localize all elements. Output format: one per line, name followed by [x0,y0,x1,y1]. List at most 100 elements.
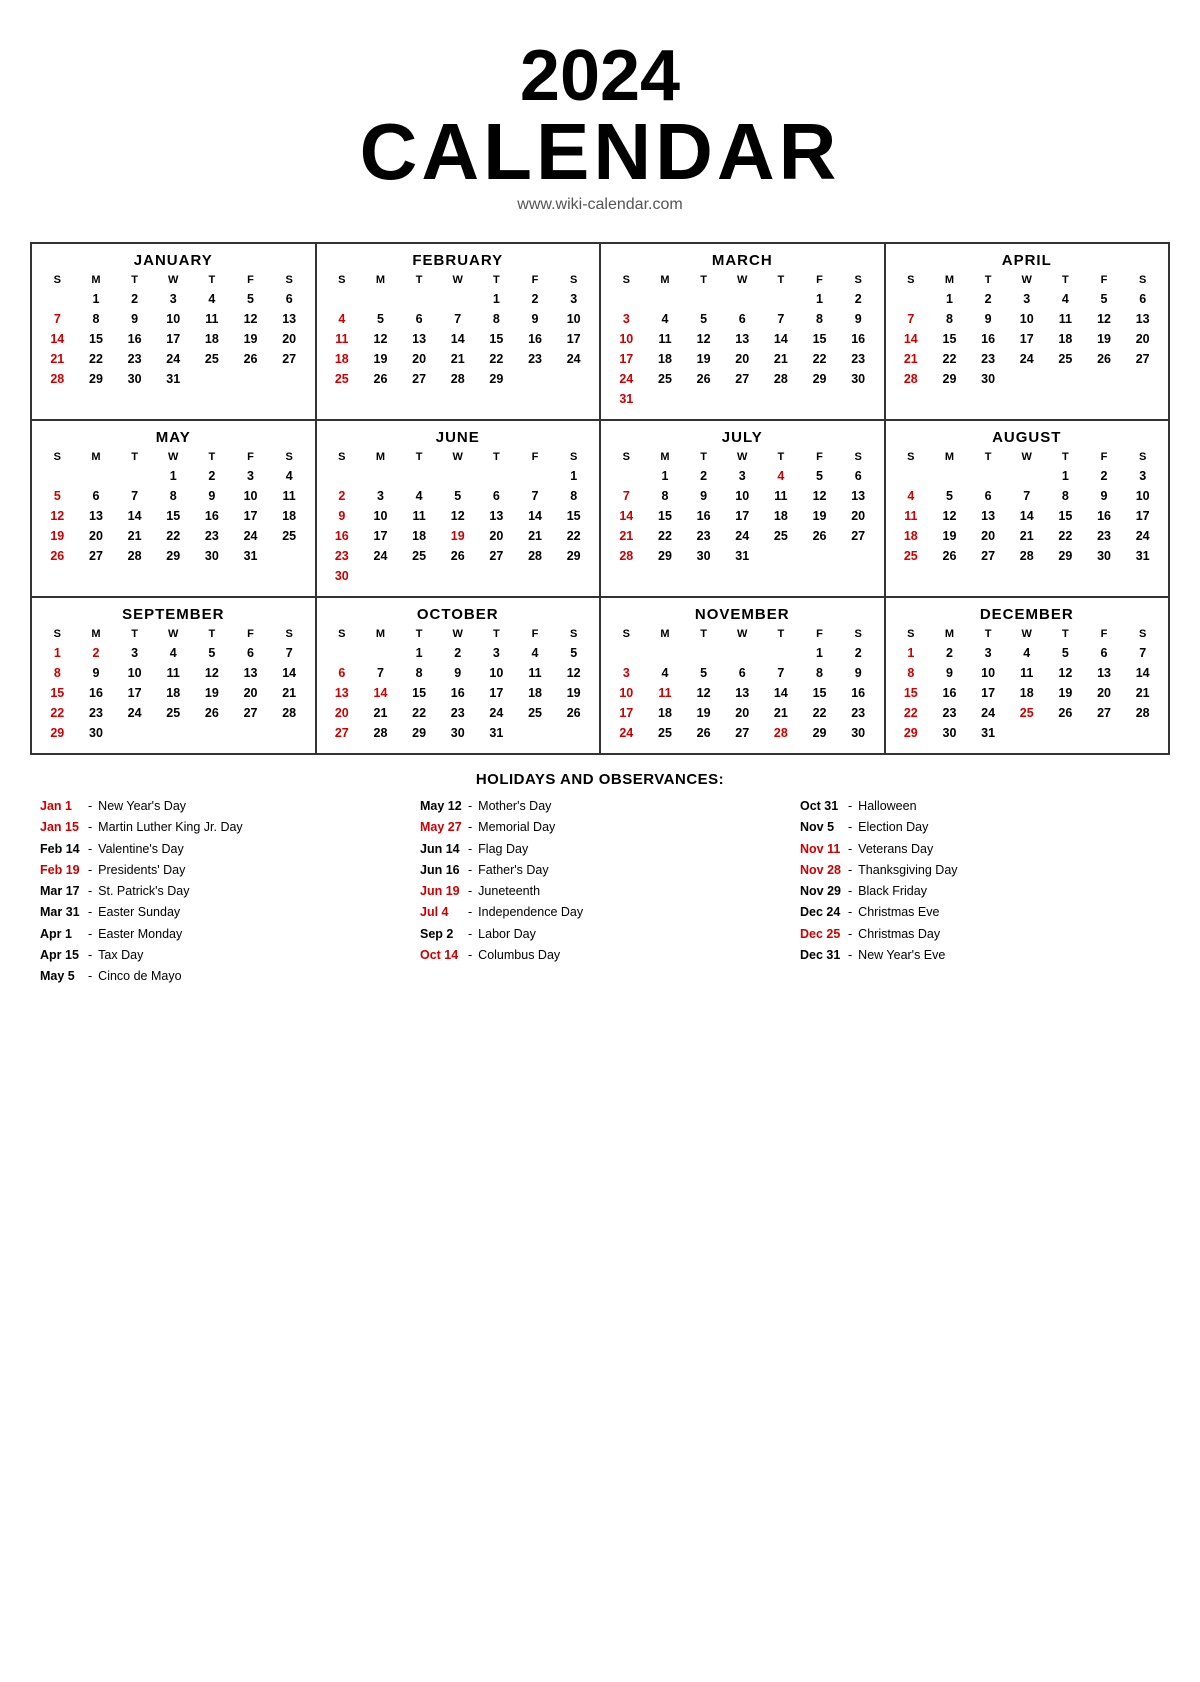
holiday-name: Cinco de Mayo [98,966,181,987]
day-cell: 19 [554,683,593,703]
day-cell: 20 [270,329,309,349]
month-name: OCTOBER [323,606,594,623]
day-cell: 31 [1123,546,1162,566]
day-header: S [892,627,931,641]
day-cell: 16 [930,683,969,703]
day-cell: 5 [231,289,270,309]
day-cell: 2 [684,466,723,486]
day-header: F [1085,273,1124,287]
month-name: JUNE [323,429,594,446]
day-cell: 4 [646,663,685,683]
holiday-name: New Year's Day [98,796,186,817]
day-cell: 22 [892,703,931,723]
holiday-entry: Jan 15 - Martin Luther King Jr. Day [40,817,400,838]
day-header: T [1046,273,1085,287]
day-cell: 22 [554,526,593,546]
month-block-september: SEPTEMBERSMTWTFS123456789101112131415161… [32,598,317,755]
day-cell: 18 [154,683,193,703]
holiday-name: Father's Day [478,860,548,881]
holiday-dash: - [468,817,472,838]
empty-cell [607,289,646,309]
day-cell: 3 [723,466,762,486]
day-cell: 5 [1046,643,1085,663]
holiday-name: Veterans Day [858,839,933,860]
month-name: APRIL [892,252,1163,269]
day-header: S [270,450,309,464]
day-cell: 29 [800,723,839,743]
month-name: JANUARY [38,252,309,269]
day-cell: 5 [684,309,723,329]
day-cell: 16 [1085,506,1124,526]
day-cell: 5 [554,643,593,663]
day-cell: 21 [762,349,801,369]
empty-cell [892,289,931,309]
day-cell: 8 [38,663,77,683]
day-cell: 8 [800,309,839,329]
day-cell: 22 [477,349,516,369]
empty-cell [38,289,77,309]
day-cell: 26 [684,723,723,743]
day-cell: 26 [554,703,593,723]
day-cell: 10 [115,663,154,683]
day-cell: 15 [800,329,839,349]
day-cell: 4 [193,289,232,309]
day-cell: 24 [361,546,400,566]
day-cell: 7 [361,663,400,683]
holiday-entry: Mar 31 - Easter Sunday [40,902,400,923]
day-cell: 2 [516,289,555,309]
day-cell: 14 [1123,663,1162,683]
day-cell: 19 [684,349,723,369]
day-cell: 16 [115,329,154,349]
day-cell: 26 [193,703,232,723]
day-cell: 13 [839,486,878,506]
empty-cell [684,643,723,663]
day-cell: 17 [477,683,516,703]
day-header: M [361,273,400,287]
day-cell: 17 [554,329,593,349]
day-cell: 6 [323,663,362,683]
day-cell: 6 [1085,643,1124,663]
day-cell: 19 [193,683,232,703]
day-cell: 25 [154,703,193,723]
day-header: M [930,273,969,287]
holiday-date: Mar 31 [40,902,82,923]
month-block-july: JULYSMTWTFS12345678910111213141516171819… [601,421,886,598]
day-cell: 25 [1007,703,1046,723]
day-cell: 22 [1046,526,1085,546]
day-cell: 23 [839,703,878,723]
holiday-date: May 27 [420,817,462,838]
day-cell: 23 [684,526,723,546]
day-cell: 22 [800,349,839,369]
day-header: S [323,273,362,287]
day-cell: 28 [270,703,309,723]
holiday-entry: Nov 29 - Black Friday [800,881,1160,902]
day-cell: 9 [839,663,878,683]
day-cell: 11 [1007,663,1046,683]
holiday-dash: - [468,945,472,966]
day-cell: 9 [193,486,232,506]
day-cell: 18 [323,349,362,369]
day-header: W [438,627,477,641]
empty-cell [400,466,439,486]
holiday-dash: - [848,817,852,838]
empty-cell [115,466,154,486]
day-header: M [361,450,400,464]
holiday-date: Mar 17 [40,881,82,902]
day-cell: 6 [723,309,762,329]
holiday-dash: - [468,796,472,817]
day-cell: 13 [969,506,1008,526]
day-cell: 28 [438,369,477,389]
day-cell: 10 [231,486,270,506]
month-name: SEPTEMBER [38,606,309,623]
empty-cell [723,289,762,309]
days-grid: 1234567891011121314151617181920212223242… [607,289,878,409]
holiday-entry: Nov 11 - Veterans Day [800,839,1160,860]
day-headers-row: SMTWTFS [892,273,1163,287]
day-cell: 13 [231,663,270,683]
day-cell: 6 [270,289,309,309]
day-cell: 13 [270,309,309,329]
day-cell: 1 [477,289,516,309]
day-cell: 26 [800,526,839,546]
day-cell: 31 [154,369,193,389]
day-cell: 12 [1046,663,1085,683]
